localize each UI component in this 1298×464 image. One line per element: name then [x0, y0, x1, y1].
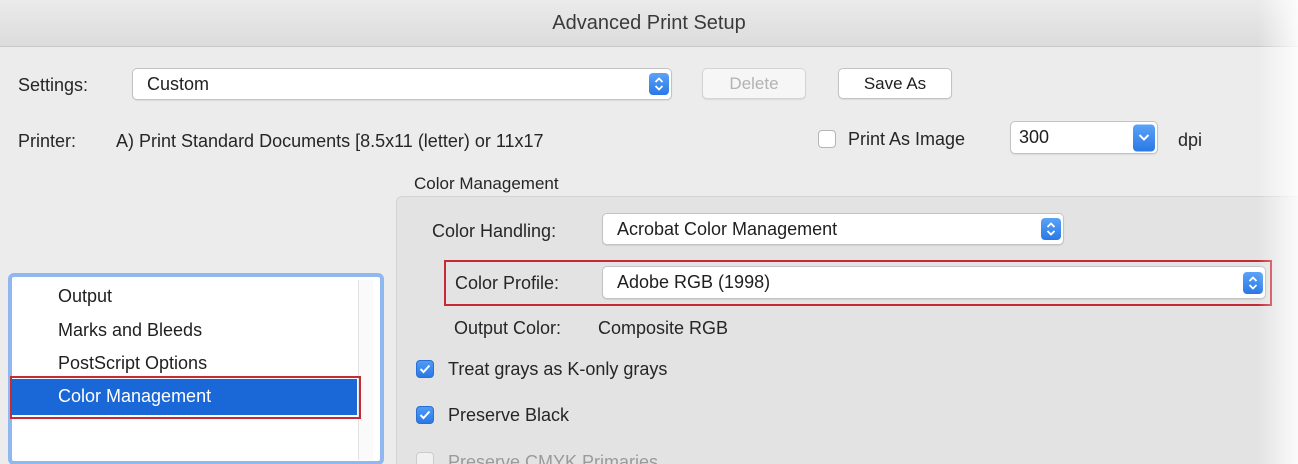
print-as-image-checkbox[interactable]: [818, 130, 836, 148]
dpi-dropdown[interactable]: 300: [1010, 121, 1158, 154]
sidebar-item-output[interactable]: Output: [58, 286, 112, 307]
dpi-dropdown-value: 300: [1019, 127, 1050, 147]
preserve-cmyk-label[interactable]: Preserve CMYK Primaries: [448, 452, 658, 464]
output-color-label: Output Color:: [454, 318, 562, 338]
checkmark-icon: [419, 410, 431, 420]
printer-label: Printer:: [18, 131, 77, 151]
color-profile-label: Color Profile:: [455, 273, 560, 293]
updown-chevron-icon: [1041, 218, 1061, 240]
dpi-unit-label: dpi: [1178, 130, 1203, 150]
settings-label: Settings:: [18, 75, 89, 95]
color-profile-popup[interactable]: Adobe RGB (1998): [602, 266, 1266, 299]
settings-popup-value: Custom: [147, 73, 210, 94]
treat-grays-checkbox[interactable]: [416, 360, 434, 378]
updown-chevron-icon: [649, 73, 669, 95]
delete-button[interactable]: Delete: [702, 68, 806, 99]
advanced-print-setup-window: Advanced Print Setup Settings: Custom De…: [0, 0, 1298, 464]
preserve-black-checkbox[interactable]: [416, 406, 434, 424]
settings-popup[interactable]: Custom: [132, 68, 672, 100]
preserve-black-label[interactable]: Preserve Black: [448, 405, 569, 426]
color-profile-popup-value: Adobe RGB (1998): [617, 272, 771, 292]
save-as-button[interactable]: Save As: [838, 68, 952, 99]
color-handling-popup-value: Acrobat Color Management: [617, 218, 838, 239]
print-as-image-label[interactable]: Print As Image: [848, 129, 965, 150]
preserve-cmyk-checkbox[interactable]: [416, 452, 434, 464]
sidebar-item-marks-and-bleeds[interactable]: Marks and Bleeds: [58, 320, 202, 341]
output-color-value: Composite RGB: [598, 318, 729, 338]
color-management-highlight: [10, 376, 361, 419]
updown-chevron-icon: [1243, 271, 1263, 294]
section-title: Color Management: [414, 174, 559, 193]
title-bar: Advanced Print Setup: [0, 0, 1298, 47]
sidebar-scrollbar[interactable]: [358, 280, 373, 460]
color-handling-popup[interactable]: Acrobat Color Management: [602, 213, 1064, 245]
window-title: Advanced Print Setup: [552, 11, 746, 34]
color-handling-label: Color Handling:: [432, 221, 557, 241]
chevron-down-icon: [1133, 124, 1155, 151]
treat-grays-label[interactable]: Treat grays as K-only grays: [448, 359, 667, 380]
checkmark-icon: [419, 364, 431, 374]
sidebar-item-postscript-options[interactable]: PostScript Options: [58, 353, 207, 374]
printer-value: A) Print Standard Documents [8.5x11 (let…: [116, 131, 544, 151]
